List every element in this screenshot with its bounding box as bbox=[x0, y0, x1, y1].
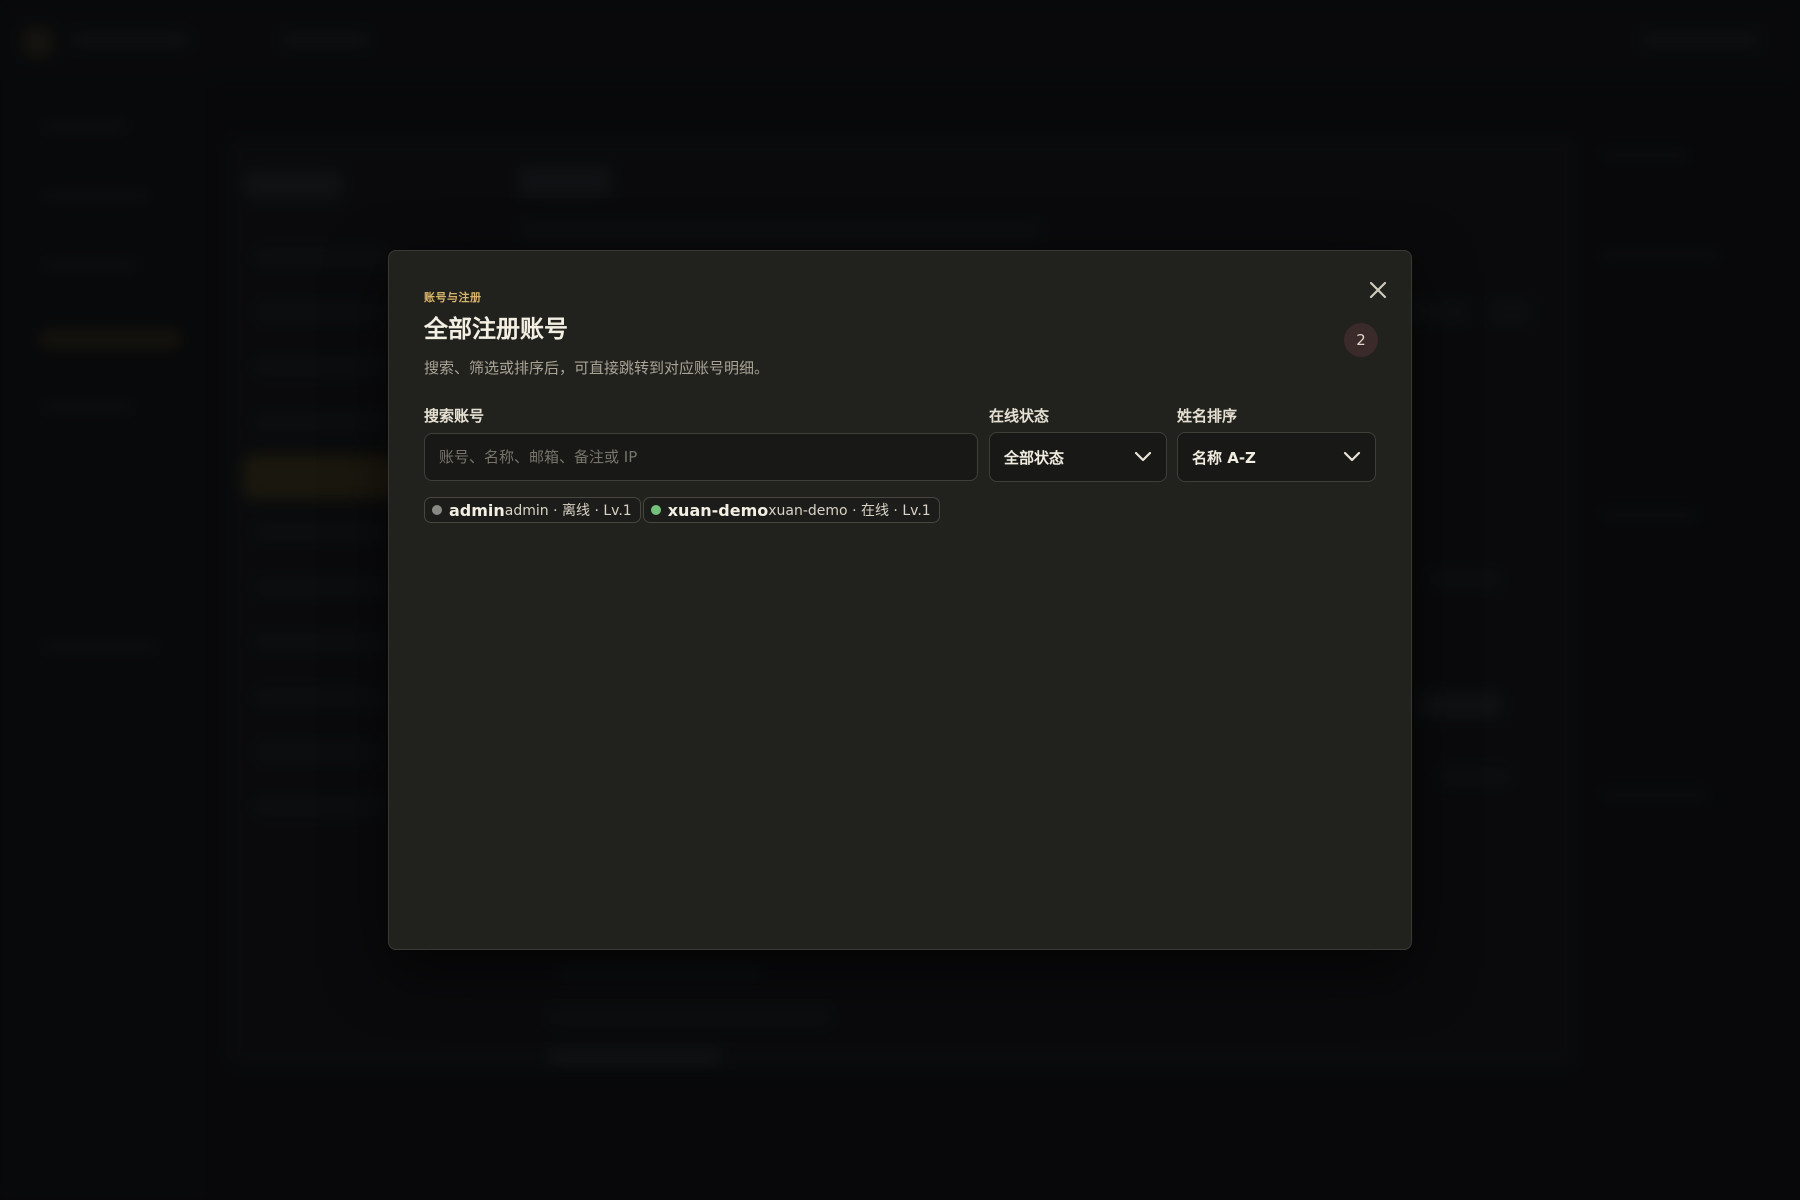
account-meta: xuan-demo · 在线 · Lv.1 bbox=[768, 503, 931, 519]
online-status-dot-icon bbox=[650, 505, 661, 515]
account-list: admin admin · 离线 · Lv.1 xuan-demo xuan-d… bbox=[424, 497, 940, 523]
accounts-modal: 账号与注册 全部注册账号 搜索、筛选或排序后，可直接跳转到对应账号明细。 2 搜… bbox=[388, 250, 1412, 950]
close-button[interactable] bbox=[1363, 275, 1393, 305]
modal-subtitle: 搜索、筛选或排序后，可直接跳转到对应账号明细。 bbox=[424, 359, 770, 377]
search-label: 搜索账号 bbox=[424, 407, 485, 425]
account-name: admin bbox=[449, 500, 505, 520]
chevron-down-icon bbox=[1134, 451, 1152, 462]
modal-eyebrow: 账号与注册 bbox=[424, 291, 482, 304]
account-count-badge: 2 bbox=[1344, 323, 1378, 357]
account-chip-admin[interactable]: admin admin · 离线 · Lv.1 bbox=[424, 497, 641, 523]
close-icon bbox=[1369, 281, 1387, 299]
offline-status-dot-icon bbox=[432, 505, 442, 515]
account-name: xuan-demo bbox=[667, 500, 769, 520]
modal-title: 全部注册账号 bbox=[424, 315, 568, 343]
account-meta: admin · 离线 · Lv.1 bbox=[504, 503, 632, 519]
sort-value: 名称 A-Z bbox=[1192, 448, 1256, 467]
status-filter-label: 在线状态 bbox=[989, 407, 1050, 425]
account-chip-xuan-demo[interactable]: xuan-demo xuan-demo · 在线 · Lv.1 bbox=[642, 497, 940, 523]
sort-label: 姓名排序 bbox=[1177, 407, 1238, 425]
sort-select[interactable]: 名称 A-Z bbox=[1177, 432, 1376, 482]
status-filter-value: 全部状态 bbox=[1004, 448, 1065, 467]
search-input[interactable] bbox=[424, 433, 978, 481]
status-filter-select[interactable]: 全部状态 bbox=[989, 432, 1167, 482]
chevron-down-icon bbox=[1343, 451, 1361, 462]
